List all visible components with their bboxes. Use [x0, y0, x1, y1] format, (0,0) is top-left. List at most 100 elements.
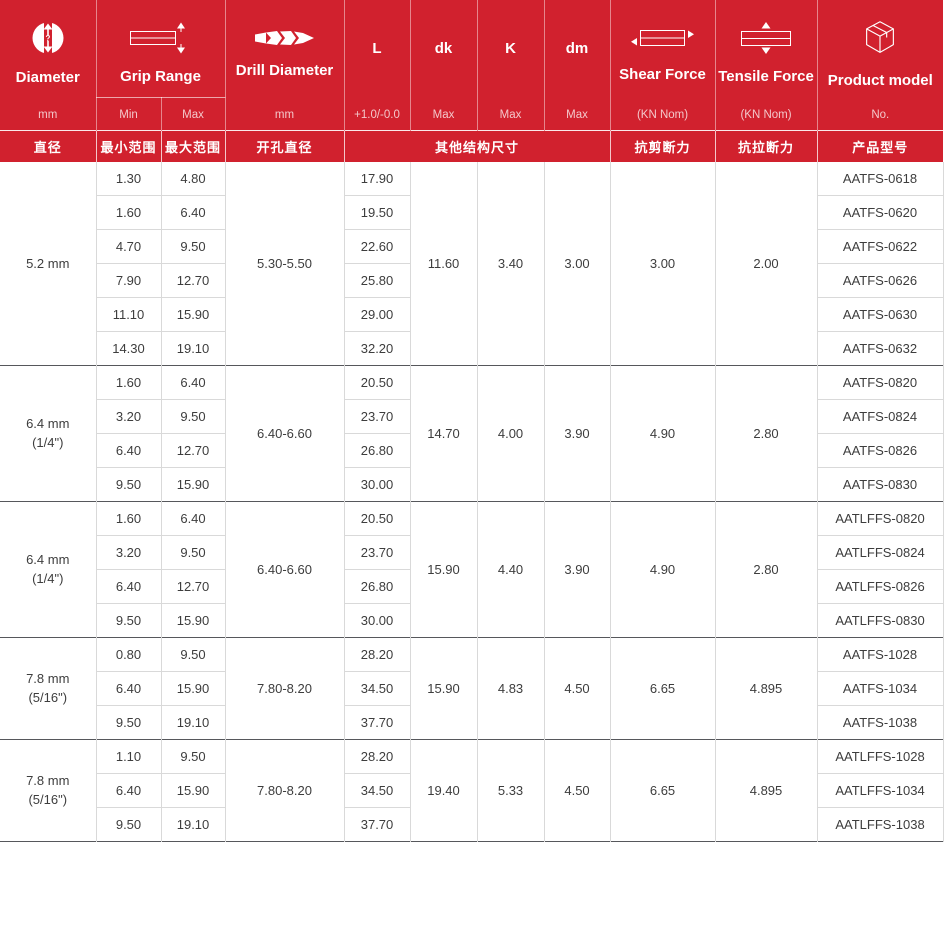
shear-force-label: Shear Force: [619, 66, 706, 83]
cell-drill: 6.40-6.60: [225, 365, 344, 501]
cell-dm: 4.50: [544, 637, 610, 739]
cell-length: 28.20: [344, 637, 410, 671]
cell-drill: 5.30-5.50: [225, 162, 344, 366]
header-row-units: mm Min Max mm +1.0/-0.0 Max Max Max (KN …: [0, 98, 943, 131]
cell-grip-min: 6.40: [96, 433, 161, 467]
cell-grip-max: 4.80: [161, 162, 225, 196]
diameter-label: Diameter: [16, 69, 80, 86]
cell-grip-max: 9.50: [161, 637, 225, 671]
cell-grip-max: 19.10: [161, 807, 225, 841]
cell-grip-min: 9.50: [96, 807, 161, 841]
l-label: L: [372, 40, 381, 57]
cell-tensile: 4.895: [715, 739, 817, 841]
cell-model: AATFS-0632: [817, 331, 943, 365]
diameter-icon: ?: [30, 20, 66, 56]
cell-grip-min: 11.10: [96, 297, 161, 331]
spec-group: 7.8 mm(5/16") 0.80 9.50 7.80-8.20 28.20 …: [0, 637, 943, 739]
cell-model: AATFS-0830: [817, 467, 943, 501]
table-row: 7.8 mm(5/16") 0.80 9.50 7.80-8.20 28.20 …: [0, 637, 943, 671]
cell-grip-max: 6.40: [161, 365, 225, 399]
cell-k: 4.00: [477, 365, 544, 501]
cell-model: AATFS-0626: [817, 263, 943, 297]
grip-max-subheader: Max: [161, 98, 225, 131]
drill-bit-icon: [253, 27, 317, 49]
cell-length: 23.70: [344, 535, 410, 569]
cell-model: AATFS-1034: [817, 671, 943, 705]
cell-grip-max: 15.90: [161, 773, 225, 807]
cell-grip-min: 6.40: [96, 671, 161, 705]
grip-range-icon: [129, 21, 193, 55]
cell-model: AATFS-0826: [817, 433, 943, 467]
cell-grip-min: 9.50: [96, 603, 161, 637]
grip-min-cn: 最小范围: [96, 131, 161, 162]
col-l-header: L: [344, 0, 410, 98]
cell-model: AATLFFS-0820: [817, 501, 943, 535]
cell-shear: 6.65: [610, 739, 715, 841]
cell-model: AATFS-1038: [817, 705, 943, 739]
k-unit: Max: [477, 98, 544, 131]
cell-grip-min: 14.30: [96, 331, 161, 365]
cell-length: 34.50: [344, 671, 410, 705]
tensile-force-label: Tensile Force: [718, 68, 814, 85]
cell-dm: 4.50: [544, 739, 610, 841]
drill-unit: mm: [225, 98, 344, 131]
product-cn: 产品型号: [817, 131, 943, 162]
table-row: 5.2 mm 1.30 4.80 5.30-5.50 17.90 11.60 3…: [0, 162, 943, 196]
cell-length: 30.00: [344, 603, 410, 637]
diameter-cn: 直径: [0, 131, 96, 162]
col-shear-force-header: Shear Force: [610, 0, 715, 98]
diameter-unit: mm: [0, 98, 96, 131]
cell-length: 32.20: [344, 331, 410, 365]
cell-grip-max: 12.70: [161, 569, 225, 603]
other-dims-cn: 其他结构尺寸: [344, 131, 610, 162]
cell-length: 17.90: [344, 162, 410, 196]
cell-model: AATFS-0630: [817, 297, 943, 331]
cell-dk: 15.90: [410, 637, 477, 739]
cell-model: AATLFFS-1034: [817, 773, 943, 807]
cell-grip-max: 12.70: [161, 263, 225, 297]
tensile-unit: (KN Nom): [715, 98, 817, 131]
table-header: ? Diameter Grip Range Dri: [0, 0, 943, 162]
cell-shear: 4.90: [610, 501, 715, 637]
cell-diameter: 6.4 mm(1/4"): [0, 365, 96, 501]
cell-grip-min: 1.30: [96, 162, 161, 196]
cell-grip-max: 19.10: [161, 705, 225, 739]
col-dm-header: dm: [544, 0, 610, 98]
cell-dk: 19.40: [410, 739, 477, 841]
cell-grip-min: 1.60: [96, 195, 161, 229]
table-row: 6.4 mm(1/4") 1.60 6.40 6.40-6.60 20.50 1…: [0, 365, 943, 399]
shear-force-icon: [630, 23, 696, 53]
cell-k: 3.40: [477, 162, 544, 366]
cell-model: AATLFFS-0826: [817, 569, 943, 603]
cell-length: 22.60: [344, 229, 410, 263]
cell-grip-max: 15.90: [161, 603, 225, 637]
cell-grip-max: 6.40: [161, 195, 225, 229]
cell-grip-max: 9.50: [161, 535, 225, 569]
cell-grip-min: 3.20: [96, 535, 161, 569]
col-k-header: K: [477, 0, 544, 98]
cell-grip-min: 0.80: [96, 637, 161, 671]
cell-length: 26.80: [344, 569, 410, 603]
dm-label: dm: [566, 40, 589, 57]
cell-model: AATFS-0622: [817, 229, 943, 263]
cell-diameter: 5.2 mm: [0, 162, 96, 366]
drill-diameter-label: Drill Diameter: [236, 62, 334, 79]
cell-shear: 6.65: [610, 637, 715, 739]
grip-min-subheader: Min: [96, 98, 161, 131]
cell-grip-max: 15.90: [161, 671, 225, 705]
tensile-force-icon: [734, 21, 798, 55]
shear-cn: 抗剪断力: [610, 131, 715, 162]
cell-length: 20.50: [344, 501, 410, 535]
cell-grip-min: 1.60: [96, 501, 161, 535]
cell-length: 29.00: [344, 297, 410, 331]
cell-grip-min: 3.20: [96, 399, 161, 433]
cell-grip-min: 6.40: [96, 569, 161, 603]
k-label: K: [505, 40, 516, 57]
spec-group: 6.4 mm(1/4") 1.60 6.40 6.40-6.60 20.50 1…: [0, 365, 943, 501]
cell-grip-min: 6.40: [96, 773, 161, 807]
grip-range-label: Grip Range: [120, 68, 201, 85]
cell-tensile: 4.895: [715, 637, 817, 739]
cell-model: AATLFFS-0830: [817, 603, 943, 637]
cell-grip-min: 9.50: [96, 467, 161, 501]
spec-table: ? Diameter Grip Range Dri: [0, 0, 944, 842]
